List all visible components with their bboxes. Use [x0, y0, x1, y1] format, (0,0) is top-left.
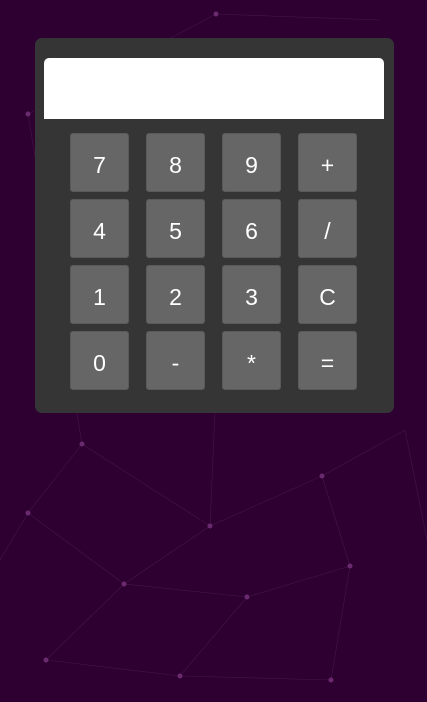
key-add-button[interactable]: + — [298, 133, 357, 192]
key-5-button[interactable]: 5 — [146, 199, 205, 258]
key-0-button[interactable]: 0 — [70, 331, 129, 390]
key-4-button[interactable]: 4 — [70, 199, 129, 258]
key-1-button[interactable]: 1 — [70, 265, 129, 324]
key-equals-button[interactable]: = — [298, 331, 357, 390]
key-subtract-button[interactable]: - — [146, 331, 205, 390]
key-6-button[interactable]: 6 — [222, 199, 281, 258]
key-multiply-button[interactable]: * — [222, 331, 281, 390]
key-clear-button[interactable]: C — [298, 265, 357, 324]
keypad: 7 8 9 +4 5 6 / 1 2 3 C 0- * = — [70, 133, 357, 390]
key-9-button[interactable]: 9 — [222, 133, 281, 192]
key-3-button[interactable]: 3 — [222, 265, 281, 324]
key-divide-button[interactable]: / — [298, 199, 357, 258]
calculator: 7 8 9 +4 5 6 / 1 2 3 C 0- * = — [35, 38, 394, 413]
key-7-button[interactable]: 7 — [70, 133, 129, 192]
key-8-button[interactable]: 8 — [146, 133, 205, 192]
key-2-button[interactable]: 2 — [146, 265, 205, 324]
calculator-display[interactable] — [44, 58, 384, 119]
